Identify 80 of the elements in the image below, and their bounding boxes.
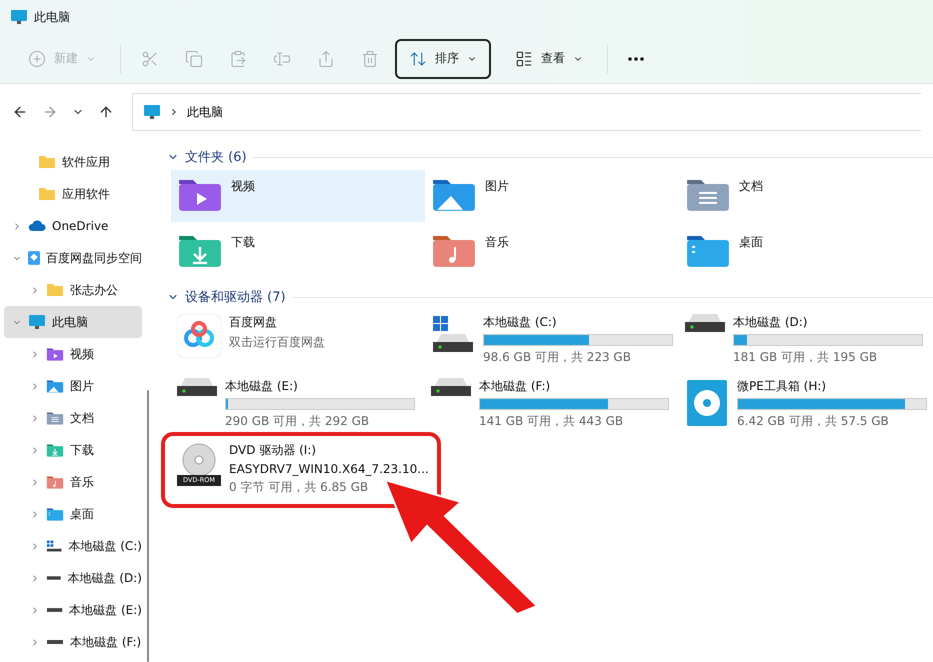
section-title: 文件夹 (6) bbox=[185, 149, 247, 166]
drive-icon bbox=[46, 639, 64, 645]
nav-item[interactable]: 下载 bbox=[4, 434, 142, 466]
nav-item[interactable]: 软件应用 bbox=[4, 146, 142, 178]
nav-item[interactable]: 百度网盘同步空间 bbox=[4, 242, 142, 274]
free-space-text: 181 GB 可用，共 195 GB bbox=[733, 349, 878, 366]
drive-name[interactable]: 本地磁盘 (E:) bbox=[225, 378, 415, 395]
windows-drive-icon bbox=[46, 539, 62, 553]
list-view-icon bbox=[515, 50, 533, 68]
copy-icon bbox=[185, 50, 203, 68]
folder-icon bbox=[38, 155, 56, 169]
music-folder-icon bbox=[46, 474, 64, 490]
drive-description: 双击运行百度网盘 bbox=[229, 334, 325, 351]
free-space-text: 0 字节 可用，共 6.85 GB bbox=[229, 479, 370, 496]
hard-drive-icon bbox=[177, 378, 217, 396]
breadcrumb[interactable]: 此电脑 bbox=[187, 104, 223, 120]
hard-drive-icon bbox=[685, 314, 725, 332]
download-folder-icon bbox=[46, 442, 64, 458]
cut-icon bbox=[141, 50, 159, 68]
drive-name[interactable]: 本地磁盘 (F:) bbox=[479, 378, 669, 395]
sync-folder-icon bbox=[28, 250, 40, 266]
folder-icon bbox=[46, 283, 64, 297]
section-header[interactable]: 设备和驱动器 (7) bbox=[163, 284, 933, 310]
hard-drive-icon bbox=[431, 378, 471, 396]
folder-tile[interactable]: 视频 bbox=[171, 170, 425, 222]
free-space-text: 290 GB 可用，共 292 GB bbox=[225, 413, 370, 430]
nav-item[interactable]: 本地磁盘 (D:) bbox=[4, 562, 142, 594]
monitor-icon bbox=[143, 104, 161, 120]
rename-icon bbox=[273, 50, 291, 68]
monitor-icon bbox=[10, 9, 28, 25]
monitor-icon bbox=[28, 314, 46, 330]
document-folder-icon bbox=[46, 410, 64, 426]
delete-icon bbox=[361, 50, 379, 68]
picture-folder-icon bbox=[46, 378, 64, 394]
folder-tile[interactable]: 文档 bbox=[679, 170, 933, 222]
nav-item[interactable]: 本地磁盘 (C:) bbox=[4, 530, 142, 562]
nav-item[interactable]: 张志办公 bbox=[4, 274, 142, 306]
drive-name[interactable]: 微PE工具箱 (H:) bbox=[737, 378, 927, 395]
paste-icon bbox=[229, 50, 247, 68]
nav-item[interactable]: 图片 bbox=[4, 370, 142, 402]
nav-item[interactable]: 音乐 bbox=[4, 466, 142, 498]
view-button[interactable]: 查看 bbox=[501, 38, 597, 78]
address-bar[interactable]: 此电脑 bbox=[132, 93, 921, 131]
folder-icon bbox=[38, 187, 56, 201]
drive-icon bbox=[46, 575, 62, 581]
cloud-icon bbox=[28, 220, 46, 232]
section-title: 设备和驱动器 (7) bbox=[185, 289, 286, 306]
nav-item[interactable]: 视频 bbox=[4, 338, 142, 370]
drive-name[interactable]: 本地磁盘 (C:) bbox=[483, 314, 673, 331]
plus-icon bbox=[28, 50, 46, 68]
drive-name[interactable]: DVD 驱动器 (I:) bbox=[229, 442, 429, 459]
nav-item[interactable]: 本地磁盘 (E:) bbox=[4, 594, 142, 626]
nav-item[interactable]: 桌面 bbox=[4, 498, 142, 530]
share-icon bbox=[317, 50, 335, 68]
more-icon bbox=[628, 56, 644, 60]
nav-item[interactable]: 此电脑 bbox=[4, 306, 142, 338]
volume-label: EASYDRV7_WIN10.X64_7.23.10... bbox=[229, 462, 429, 476]
desktop-folder-icon bbox=[46, 506, 64, 522]
folder-tile[interactable]: 下载 bbox=[171, 226, 425, 278]
nav-item[interactable]: 文档 bbox=[4, 402, 142, 434]
window-title: 此电脑 bbox=[34, 8, 70, 26]
sort-button[interactable]: 排序 bbox=[395, 38, 491, 78]
nav-item[interactable]: 本地磁盘 (F:) bbox=[4, 626, 142, 658]
usb-drive-icon bbox=[685, 378, 729, 428]
nav-item[interactable]: 应用软件 bbox=[4, 178, 142, 210]
free-space-text: 98.6 GB 可用，共 223 GB bbox=[483, 349, 632, 366]
scrollbar[interactable] bbox=[147, 390, 149, 662]
drive-name[interactable]: 百度网盘 bbox=[229, 314, 325, 331]
free-space-text: 141 GB 可用，共 443 GB bbox=[479, 413, 624, 430]
free-space-text: 6.42 GB 可用，共 57.5 GB bbox=[737, 413, 890, 430]
drive-name[interactable]: 本地磁盘 (D:) bbox=[733, 314, 923, 331]
video-folder-icon bbox=[46, 346, 64, 362]
nav-item[interactable]: OneDrive bbox=[4, 210, 142, 242]
cloud-app-icon bbox=[177, 314, 221, 358]
sort-icon bbox=[409, 50, 427, 68]
drive-icon bbox=[46, 607, 64, 613]
folder-tile[interactable]: 桌面 bbox=[679, 226, 933, 278]
folder-tile[interactable]: 图片 bbox=[425, 170, 679, 222]
section-header[interactable]: 文件夹 (6) bbox=[163, 144, 933, 170]
folder-tile[interactable]: 音乐 bbox=[425, 226, 679, 278]
